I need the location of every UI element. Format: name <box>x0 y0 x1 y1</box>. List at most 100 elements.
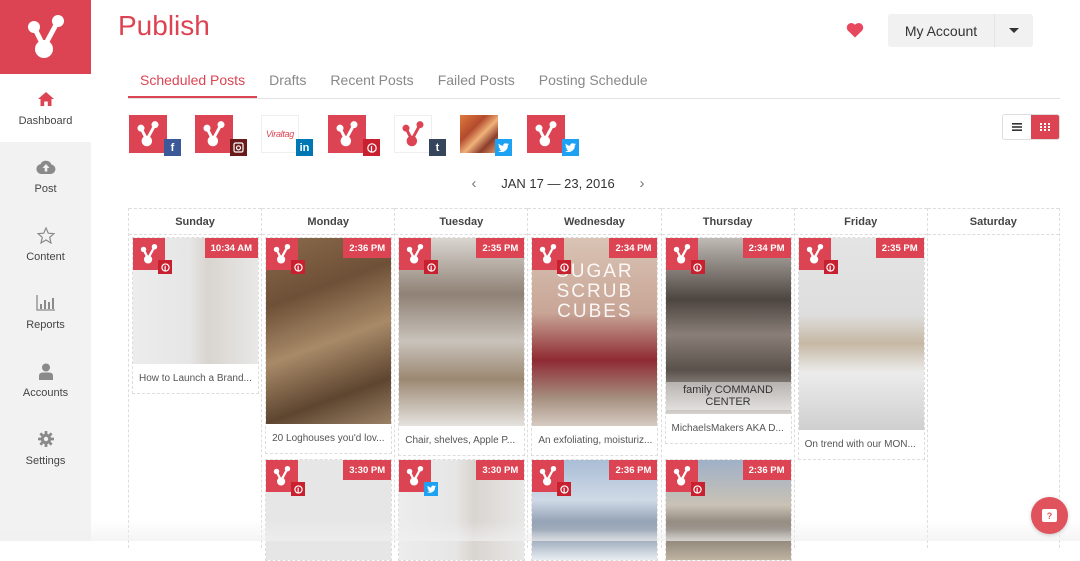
scheduled-post[interactable]: SUGAR SCRUB CUBES An exfoliating, moistu… <box>531 237 659 456</box>
view-toggle <box>1002 114 1060 140</box>
chevron-down-icon[interactable] <box>995 14 1033 47</box>
post-time-badge: 2:36 PM <box>343 238 392 258</box>
sidebar-item-label: Content <box>26 251 65 263</box>
account-avatar-twitter-photo[interactable] <box>460 115 512 156</box>
viraltag-logo-icon <box>535 121 557 147</box>
day-column-friday: Friday On trend with our MON... 2:35 PM <box>793 208 927 548</box>
account-photo <box>460 115 498 153</box>
account-avatar-pinterest[interactable] <box>328 115 380 156</box>
account-avatar-linkedin[interactable]: Viraltag in <box>261 115 313 156</box>
scheduled-post[interactable]: 3:30 PM <box>265 459 393 561</box>
twitter-icon <box>562 139 579 156</box>
calendar-view-button[interactable] <box>1031 115 1059 139</box>
post-caption: 20 Loghouses you'd lov... <box>272 433 385 444</box>
scheduled-post[interactable]: family COMMAND CENTER MichaelsMakers AKA… <box>664 237 792 444</box>
linkedin-icon: in <box>296 139 313 156</box>
day-column-tuesday: Tuesday Chair, shelves, Apple P... 2:35 … <box>394 208 528 561</box>
instagram-icon <box>230 139 247 156</box>
day-header: Thursday <box>661 208 794 235</box>
post-time-badge: 2:36 PM <box>742 460 791 480</box>
viraltag-logo-icon <box>203 121 225 147</box>
viraltag-wordmark: Viraltag <box>266 129 294 139</box>
post-image-overlay-text: family COMMAND CENTER <box>665 382 791 410</box>
my-account-label: My Account <box>888 14 995 47</box>
user-icon <box>38 361 54 381</box>
day-header: Friday <box>794 208 927 235</box>
day-column-sunday: Sunday How to Launch a Brand... 10:34 AM <box>128 208 262 548</box>
tab-scheduled-posts[interactable]: Scheduled Posts <box>128 62 258 98</box>
day-column-wednesday: Wednesday SUGAR SCRUB CUBES An exfoliati… <box>527 208 661 561</box>
gear-icon <box>37 429 54 449</box>
help-chat-button[interactable]: ? <box>1031 497 1068 534</box>
star-icon <box>36 225 55 245</box>
tumblr-icon: t <box>429 139 446 156</box>
account-avatar-tumblr[interactable]: t <box>394 115 446 156</box>
home-icon <box>37 89 54 109</box>
heart-icon[interactable] <box>846 22 864 40</box>
pinterest-icon <box>557 260 572 274</box>
chevron-right-icon[interactable]: › <box>636 175 648 192</box>
account-avatar-instagram[interactable] <box>195 115 247 156</box>
post-caption: How to Launch a Brand... <box>139 373 252 384</box>
tab-failed-posts[interactable]: Failed Posts <box>426 62 527 98</box>
post-image-overlay-text: SUGAR SCRUB CUBES <box>556 261 634 322</box>
pinterest-icon <box>557 482 572 496</box>
post-time-badge: 2:35 PM <box>875 238 924 258</box>
chevron-left-icon[interactable]: ‹ <box>468 175 480 192</box>
tab-posting-schedule[interactable]: Posting Schedule <box>527 62 660 98</box>
post-time-badge: 10:34 AM <box>204 238 258 258</box>
day-header: Saturday <box>927 208 1059 235</box>
scheduled-post[interactable]: 3:30 PM <box>398 459 526 561</box>
publish-tabs: Scheduled Posts Drafts Recent Posts Fail… <box>128 62 1060 99</box>
day-column-thursday: Thursday family COMMAND CENTER MichaelsM… <box>660 208 794 561</box>
post-time-badge: 3:30 PM <box>476 460 525 480</box>
page-title: Publish <box>118 10 210 41</box>
post-time-badge: 3:30 PM <box>343 460 392 480</box>
facebook-icon: f <box>164 139 181 156</box>
pinterest-icon <box>363 139 380 156</box>
post-time-badge: 2:34 PM <box>609 238 658 258</box>
date-navigation: ‹ JAN 17 — 23, 2016 › <box>468 174 648 192</box>
twitter-icon <box>495 139 512 156</box>
my-account-dropdown[interactable]: My Account <box>888 14 1033 47</box>
pinterest-icon <box>158 260 172 274</box>
date-range-label: JAN 17 — 23, 2016 <box>501 175 615 191</box>
day-header: Wednesday <box>528 208 661 235</box>
post-time-badge: 2:34 PM <box>742 238 791 258</box>
sidebar-item-reports[interactable]: Reports <box>0 278 91 346</box>
account-avatar-twitter[interactable] <box>527 115 579 156</box>
scheduled-post[interactable]: 2:36 PM <box>531 459 659 561</box>
sidebar-item-post[interactable]: Post <box>0 142 91 210</box>
scheduled-post[interactable]: 2:36 PM <box>664 459 792 561</box>
scheduled-post[interactable]: On trend with our MON... 2:35 PM <box>797 237 925 460</box>
app-logo[interactable] <box>0 0 91 74</box>
sidebar-item-dashboard[interactable]: Dashboard <box>0 74 91 142</box>
scheduled-post[interactable]: Chair, shelves, Apple P... 2:35 PM <box>398 237 526 456</box>
pinterest-icon <box>291 482 306 496</box>
sidebar-item-content[interactable]: Content <box>0 210 91 278</box>
post-time-badge: 2:36 PM <box>609 460 658 480</box>
bar-chart-icon <box>35 293 56 313</box>
sidebar-item-label: Dashboard <box>18 115 73 127</box>
pinterest-icon <box>823 260 838 274</box>
sidebar-item-settings[interactable]: Settings <box>0 414 91 482</box>
scheduled-post[interactable]: How to Launch a Brand... 10:34 AM <box>132 237 259 394</box>
post-caption: An exfoliating, moisturiz... <box>538 435 653 446</box>
account-avatar-facebook[interactable]: f <box>129 115 181 156</box>
viraltag-logo-icon <box>402 121 424 147</box>
week-calendar: Sunday How to Launch a Brand... 10:34 AM… <box>128 208 1060 561</box>
twitter-icon <box>424 482 439 496</box>
cloud-upload-icon <box>35 157 56 177</box>
list-view-button[interactable] <box>1003 115 1031 139</box>
sidebar-item-label: Reports <box>26 319 65 331</box>
day-header: Monday <box>262 208 395 235</box>
pinterest-icon <box>291 260 306 274</box>
tab-drafts[interactable]: Drafts <box>257 62 318 98</box>
sidebar-item-accounts[interactable]: Accounts <box>0 346 91 414</box>
tab-recent-posts[interactable]: Recent Posts <box>318 62 425 98</box>
pinterest-icon <box>690 260 705 274</box>
scheduled-post[interactable]: 20 Loghouses you'd lov... 2:36 PM <box>265 237 393 454</box>
sidebar-item-label: Accounts <box>22 387 69 399</box>
help-icon: ? <box>1042 509 1057 522</box>
post-time-badge: 2:35 PM <box>476 238 525 258</box>
